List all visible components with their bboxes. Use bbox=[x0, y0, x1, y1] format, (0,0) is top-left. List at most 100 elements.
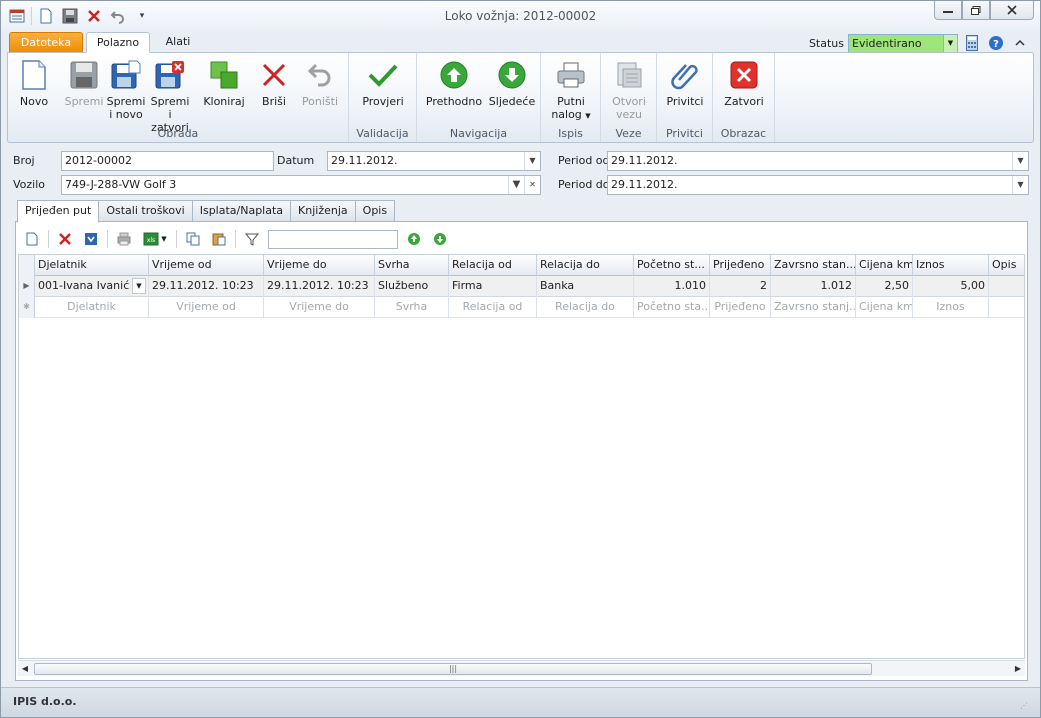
chevron-down-icon[interactable]: ▼ bbox=[132, 278, 146, 294]
table-cell[interactable]: 29.11.2012. 10:23 bbox=[149, 276, 264, 297]
new-row-cell[interactable]: Početno sta... bbox=[634, 297, 710, 318]
group-validacija-label: Validacija bbox=[356, 127, 409, 140]
new-row-cell[interactable]: Relacija do bbox=[537, 297, 634, 318]
datum-input[interactable]: 29.11.2012. ▼ bbox=[327, 151, 541, 171]
column-header[interactable]: Iznos bbox=[913, 255, 989, 276]
collapse-ribbon-icon[interactable] bbox=[1010, 33, 1030, 53]
scroll-left-icon[interactable]: ◀ bbox=[18, 663, 32, 675]
grid-toolbar: xls ▼ bbox=[22, 228, 450, 250]
column-header[interactable]: Vrijeme do bbox=[264, 255, 375, 276]
new-item-row[interactable]: ✱ Djelatnik Vrijeme od Vrijeme do Svrha … bbox=[19, 297, 1024, 318]
table-cell[interactable]: 5,00 bbox=[913, 276, 989, 297]
tab-isplata-naplata[interactable]: Isplata/Naplata bbox=[191, 200, 292, 222]
column-header[interactable]: Zavrsno stan... bbox=[771, 255, 856, 276]
column-header[interactable]: Svrha bbox=[375, 255, 449, 276]
chevron-down-icon[interactable]: ▼ bbox=[524, 152, 540, 170]
chevron-down-icon[interactable]: ▼ bbox=[1012, 176, 1028, 194]
tab-alati[interactable]: Alati bbox=[156, 32, 200, 53]
prethodno-button[interactable]: Prethodno bbox=[425, 59, 483, 108]
new-row-cell[interactable]: Cijena km bbox=[856, 297, 913, 318]
period-od-label: Period od bbox=[558, 154, 610, 167]
broj-input[interactable]: 2012-00002 bbox=[61, 151, 274, 171]
tab-knjizenja[interactable]: Knjiženja bbox=[290, 200, 356, 222]
table-cell[interactable]: 1.010 bbox=[634, 276, 710, 297]
column-header[interactable]: Relacija do bbox=[537, 255, 634, 276]
new-row-cell[interactable] bbox=[989, 297, 1024, 318]
sljedece-button[interactable]: Sljedeće bbox=[487, 59, 537, 108]
new-row-cell[interactable]: Prijeđeno bbox=[710, 297, 771, 318]
chevron-down-icon[interactable]: ▼ bbox=[943, 34, 957, 52]
brisi-label: Briši bbox=[262, 95, 286, 108]
tab-prijeden-put[interactable]: Prijeđen put bbox=[17, 200, 100, 223]
period-od-input[interactable]: 29.11.2012. ▼ bbox=[607, 151, 1029, 171]
column-header[interactable]: Relacija od bbox=[449, 255, 537, 276]
table-cell[interactable]: 2,50 bbox=[856, 276, 913, 297]
delete-row-icon[interactable] bbox=[55, 229, 75, 249]
help-icon[interactable]: ? bbox=[986, 33, 1006, 53]
otvori-vezu-button[interactable]: Otvori vezu bbox=[607, 59, 651, 121]
copy-icon[interactable] bbox=[183, 229, 203, 249]
tab-ostali-troskovi[interactable]: Ostali troškovi bbox=[98, 200, 193, 222]
save-row-icon[interactable] bbox=[81, 229, 101, 249]
table-cell[interactable]: 2 bbox=[710, 276, 771, 297]
table-cell[interactable]: Banka bbox=[537, 276, 634, 297]
clear-icon[interactable]: ▼ bbox=[508, 176, 524, 194]
table-row[interactable]: ▶ 001-Ivana Ivanić ▼ 29.11.2012. 10:23 29… bbox=[19, 276, 1024, 297]
spremi-i-zatvori-button[interactable]: Spremi i zatvori bbox=[148, 59, 192, 134]
privitci-button[interactable]: Privitci bbox=[662, 59, 708, 108]
minimize-button[interactable] bbox=[934, 1, 962, 20]
new-row-cell[interactable]: Vrijeme od bbox=[149, 297, 264, 318]
paste-icon[interactable] bbox=[209, 229, 229, 249]
new-row-cell[interactable]: Svrha bbox=[375, 297, 449, 318]
scrollbar-thumb[interactable]: ||| bbox=[34, 663, 872, 675]
grid-search-input[interactable] bbox=[268, 229, 398, 249]
new-row-cell[interactable]: Relacija od bbox=[449, 297, 537, 318]
export-excel-icon[interactable]: xls ▼ bbox=[140, 229, 170, 249]
table-cell[interactable]: 1.012 bbox=[771, 276, 856, 297]
column-header[interactable]: Djelatnik bbox=[35, 255, 149, 276]
chevron-down-icon[interactable]: ▼ bbox=[1012, 152, 1028, 170]
tab-opis[interactable]: Opis bbox=[354, 200, 396, 222]
arrow-up-icon[interactable] bbox=[404, 229, 424, 249]
table-cell[interactable]: 29.11.2012. 10:23 bbox=[264, 276, 375, 297]
filter-icon[interactable] bbox=[242, 229, 262, 249]
novo-button[interactable]: Novo bbox=[14, 59, 54, 108]
kloniraj-button[interactable]: Kloniraj bbox=[202, 59, 246, 108]
brisi-button[interactable]: Briši bbox=[256, 59, 292, 108]
tab-polazno[interactable]: Polazno bbox=[86, 32, 150, 53]
column-header[interactable]: Opis bbox=[989, 255, 1024, 276]
column-header[interactable]: Cijena km bbox=[856, 255, 913, 276]
resize-grip-icon[interactable]: ⋰ bbox=[1020, 701, 1030, 711]
spremi-i-novo-button[interactable]: Spremi i novo bbox=[106, 59, 146, 121]
table-cell[interactable]: Firma bbox=[449, 276, 537, 297]
status-select[interactable]: Evidentirano ▼ bbox=[848, 33, 958, 53]
calculator-icon[interactable] bbox=[962, 33, 982, 53]
new-row-cell[interactable]: Vrijeme do bbox=[264, 297, 375, 318]
column-header[interactable]: Prijeđeno bbox=[710, 255, 771, 276]
putni-nalog-button[interactable]: Putni nalog ▼ bbox=[547, 59, 595, 123]
print-grid-icon[interactable] bbox=[114, 229, 134, 249]
column-header[interactable]: Početno st... bbox=[634, 255, 710, 276]
new-row-cell[interactable]: Djelatnik bbox=[35, 297, 149, 318]
table-cell[interactable]: 001-Ivana Ivanić ▼ bbox=[35, 276, 149, 297]
table-cell[interactable] bbox=[989, 276, 1024, 297]
column-header[interactable]: Vrijeme od bbox=[149, 255, 264, 276]
vozilo-input[interactable]: 749-J-288-VW Golf 3 ▼ ✕ bbox=[61, 175, 541, 195]
close-button[interactable] bbox=[990, 1, 1034, 20]
scroll-right-icon[interactable]: ▶ bbox=[1011, 663, 1025, 675]
horizontal-scrollbar[interactable]: ◀ ||| ▶ bbox=[18, 660, 1025, 676]
ponisti-button[interactable]: Poništi bbox=[298, 59, 342, 108]
new-row-icon[interactable] bbox=[22, 229, 42, 249]
maximize-button[interactable] bbox=[962, 1, 990, 20]
period-do-input[interactable]: 29.11.2012. ▼ bbox=[607, 175, 1029, 195]
new-row-cell[interactable]: Zavrsno stanj... bbox=[771, 297, 856, 318]
new-row-cell[interactable]: Iznos bbox=[913, 297, 989, 318]
spremi-button[interactable]: Spremi bbox=[62, 59, 106, 108]
zatvori-button[interactable]: Zatvori bbox=[721, 59, 767, 108]
row-indicator-header bbox=[19, 255, 35, 276]
provjeri-button[interactable]: Provjeri bbox=[359, 59, 407, 108]
tab-datoteka[interactable]: Datoteka bbox=[9, 32, 83, 53]
table-cell[interactable]: Službeno bbox=[375, 276, 449, 297]
close-icon[interactable]: ✕ bbox=[524, 176, 540, 194]
arrow-down-icon[interactable] bbox=[430, 229, 450, 249]
